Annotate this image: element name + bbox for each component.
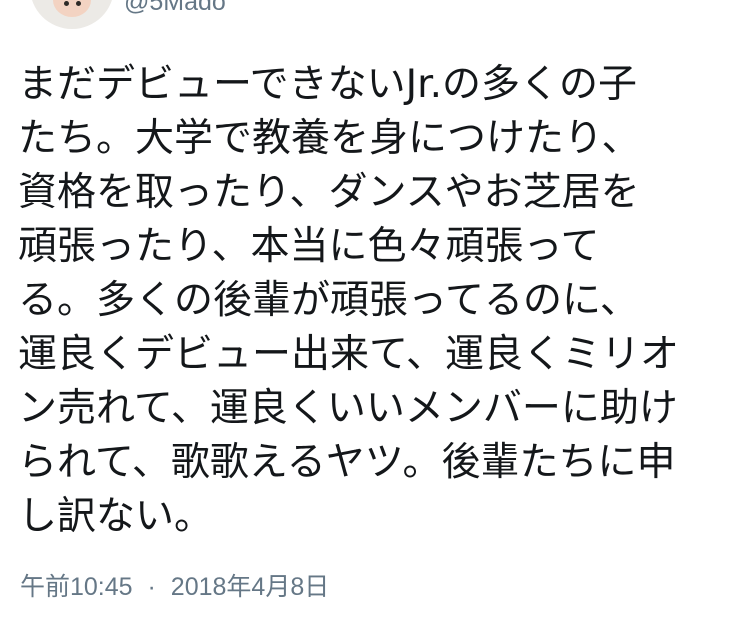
user-handle[interactable]: @5Mado: [124, 0, 226, 17]
tweet-text: まだデビューできないJr.の多くの子 たち。大学で教養を身につけたり、 資格を取…: [18, 62, 680, 539]
avatar[interactable]: [30, 0, 114, 29]
tweet-time: 午前10:45: [20, 573, 133, 601]
avatar-left-eye: [64, 1, 69, 6]
tweet-date: 2018年4月8日: [170, 573, 330, 601]
avatar-face: [53, 0, 91, 17]
timestamp-separator: ·: [147, 573, 156, 601]
tweet-timestamp[interactable]: 午前10:45 · 2018年4月8日: [20, 570, 329, 604]
avatar-right-eye: [76, 1, 81, 6]
tweet-detail: @5Mado まだデビューできないJr.の多くの子 たち。大学で教養を身につけた…: [0, 0, 750, 626]
